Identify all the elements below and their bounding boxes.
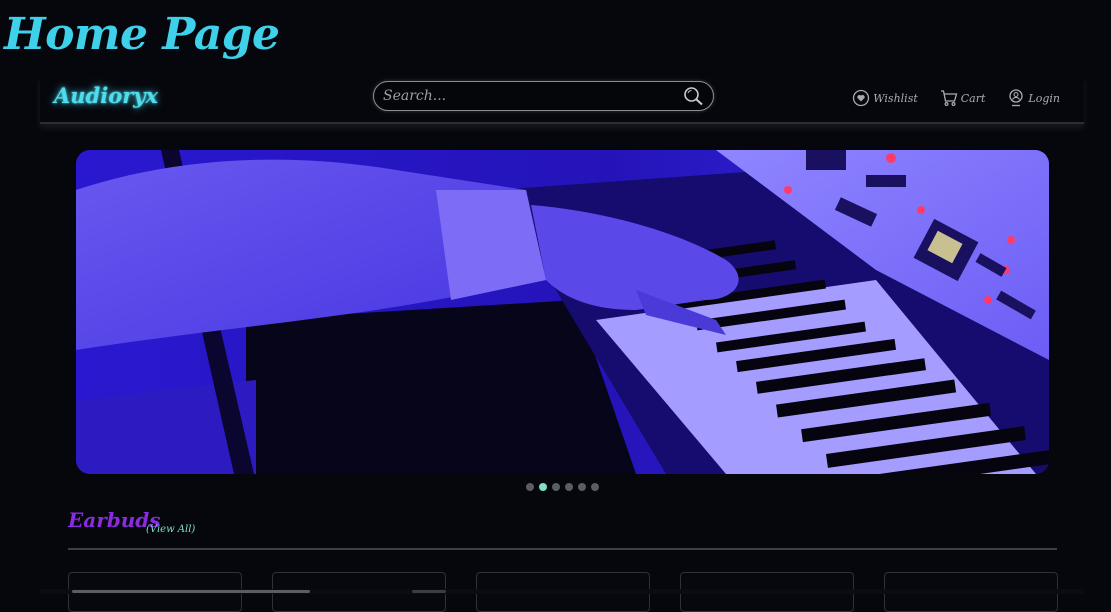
carousel-dot[interactable]	[552, 483, 560, 491]
wishlist-label: Wishlist	[873, 91, 918, 105]
page-heading: Home Page	[4, 9, 280, 60]
horizontal-scrollbar[interactable]	[40, 589, 1084, 594]
section-divider	[68, 548, 1057, 550]
login-label: Login	[1028, 91, 1060, 105]
hero-carousel-image[interactable]	[76, 150, 1049, 474]
search-bar	[373, 81, 714, 111]
carousel-dot-active[interactable]	[539, 483, 547, 491]
carousel-dot[interactable]	[591, 483, 599, 491]
carousel-dot[interactable]	[578, 483, 586, 491]
scrollbar-segment	[412, 590, 446, 593]
scrollbar-thumb[interactable]	[72, 590, 310, 593]
carousel-dot[interactable]	[565, 483, 573, 491]
cart-icon	[940, 89, 958, 107]
search-input[interactable]	[383, 86, 673, 106]
carousel-indicators	[526, 483, 599, 491]
cart-label: Cart	[960, 91, 986, 105]
cart-link[interactable]: Cart	[940, 89, 986, 107]
user-icon	[1007, 89, 1025, 107]
navbar: Audioryx Wishlist	[40, 76, 1084, 124]
login-link[interactable]: Login	[1007, 89, 1060, 107]
brand-logo[interactable]: Audioryx	[54, 83, 158, 108]
wishlist-link[interactable]: Wishlist	[852, 89, 918, 107]
heart-icon	[852, 89, 870, 107]
carousel-dot[interactable]	[526, 483, 534, 491]
search-icon[interactable]	[683, 86, 705, 106]
nav-links: Wishlist Cart Login	[852, 89, 1060, 107]
view-all-link[interactable]: (View All)	[146, 524, 195, 535]
keyboard-photo	[76, 150, 1049, 474]
